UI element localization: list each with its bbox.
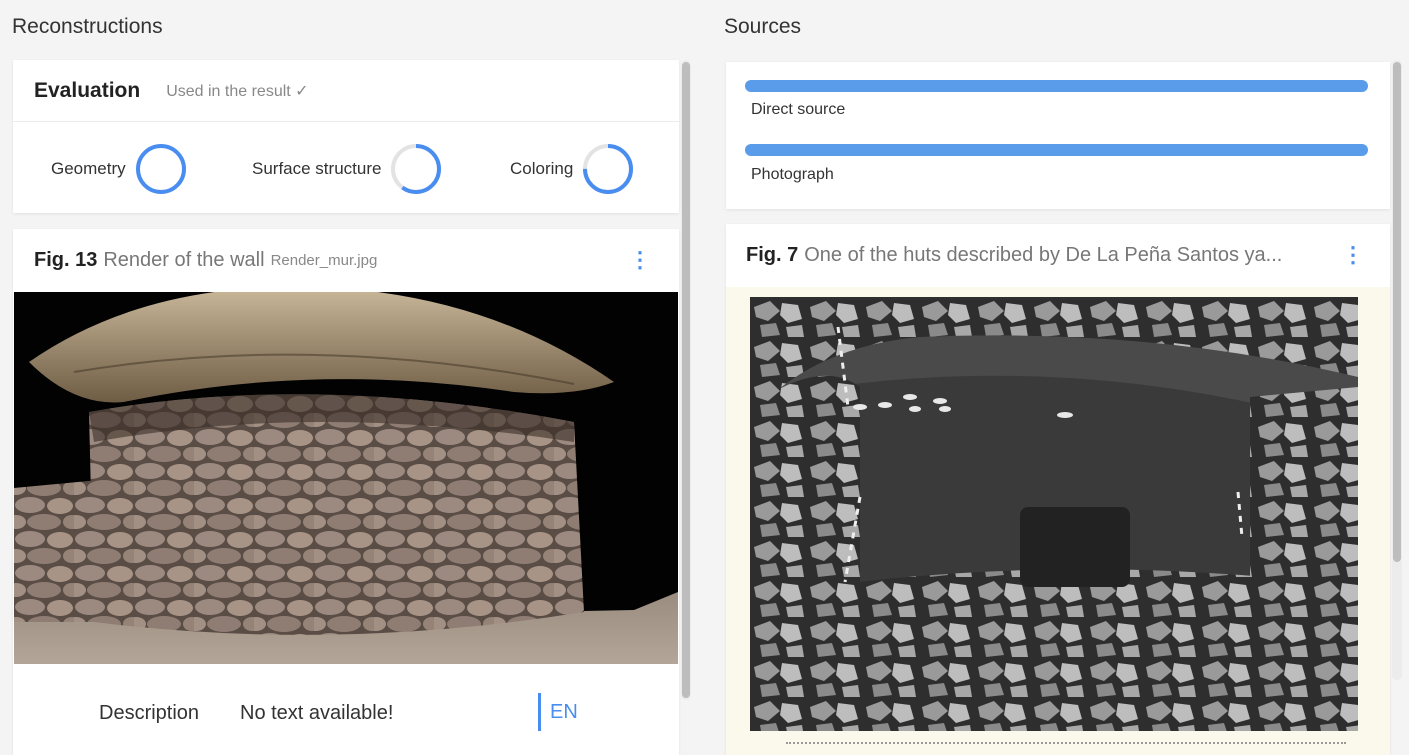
caption-line — [786, 742, 1346, 746]
render-image[interactable] — [14, 292, 678, 664]
description-label: Description — [99, 702, 200, 724]
description-text: No text available! — [240, 702, 394, 724]
figure-filename: Render_mur.jpg — [270, 252, 378, 269]
reconstructions-panel: Reconstructions Evaluation Used in the r… — [0, 0, 700, 755]
metric-coloring: Coloring — [510, 142, 635, 196]
figure-header: Fig. 13 Render of the wall Render_mur.jp… — [13, 229, 679, 292]
excavation-photo-illustration — [750, 297, 1358, 731]
kebab-menu-icon[interactable]: ⋮ — [629, 249, 651, 271]
surface-structure-ring-icon — [391, 144, 442, 194]
metric-label: Surface structure — [252, 159, 382, 178]
reconstructions-scrollbar[interactable] — [681, 60, 691, 700]
used-in-result-label: Used in the result ✓ — [166, 82, 309, 100]
metric-geometry: Geometry — [51, 142, 188, 196]
kebab-menu-icon[interactable]: ⋮ — [1342, 244, 1364, 266]
photograph-label: Photograph — [751, 166, 834, 183]
geometry-ring-icon — [135, 144, 186, 194]
evaluation-card: Evaluation Used in the result ✓ Geometry… — [13, 60, 679, 213]
photograph-bar — [745, 144, 1368, 156]
direct-source-bar — [745, 80, 1368, 92]
figure-title: Render of the wall — [103, 249, 265, 271]
language-tab-en[interactable]: EN — [538, 693, 578, 731]
direct-source-label: Direct source — [751, 101, 846, 118]
source-figure-card: Fig. 7 One of the huts described by De L… — [726, 224, 1390, 755]
source-photo-frame — [726, 287, 1390, 755]
geometry-ring-arc — [135, 144, 186, 194]
metric-label: Coloring — [510, 159, 574, 178]
metric-surface-structure: Surface structure — [252, 142, 443, 196]
hut-render-illustration — [14, 292, 678, 664]
figure-number: Fig. 13 — [34, 249, 98, 271]
sources-title: Sources — [724, 15, 802, 38]
metric-label: Geometry — [51, 159, 126, 178]
reconstructions-title: Reconstructions — [12, 15, 163, 38]
scrollbar-thumb[interactable] — [682, 62, 690, 698]
description-row: Description No text available! EN — [13, 669, 679, 755]
scrollbar-thumb[interactable] — [1393, 62, 1401, 562]
sources-card: Direct source Photograph — [726, 62, 1390, 209]
figure-title: One of the huts described by De La Peña … — [804, 244, 1283, 266]
figure-number: Fig. 7 — [746, 244, 799, 266]
evaluation-header: Evaluation Used in the result ✓ — [13, 60, 679, 122]
evaluation-metrics: Geometry Surface structure Coloring — [13, 122, 679, 212]
sources-scrollbar[interactable] — [1392, 60, 1402, 680]
render-figure-card: Fig. 13 Render of the wall Render_mur.jp… — [13, 229, 679, 755]
coloring-ring-icon — [583, 144, 634, 194]
source-photo[interactable] — [750, 297, 1358, 731]
evaluation-title: Evaluation — [34, 78, 141, 102]
figure-header: Fig. 7 One of the huts described by De L… — [726, 224, 1390, 287]
sources-panel: Sources Direct source Photograph Fig. 7 … — [712, 0, 1409, 755]
